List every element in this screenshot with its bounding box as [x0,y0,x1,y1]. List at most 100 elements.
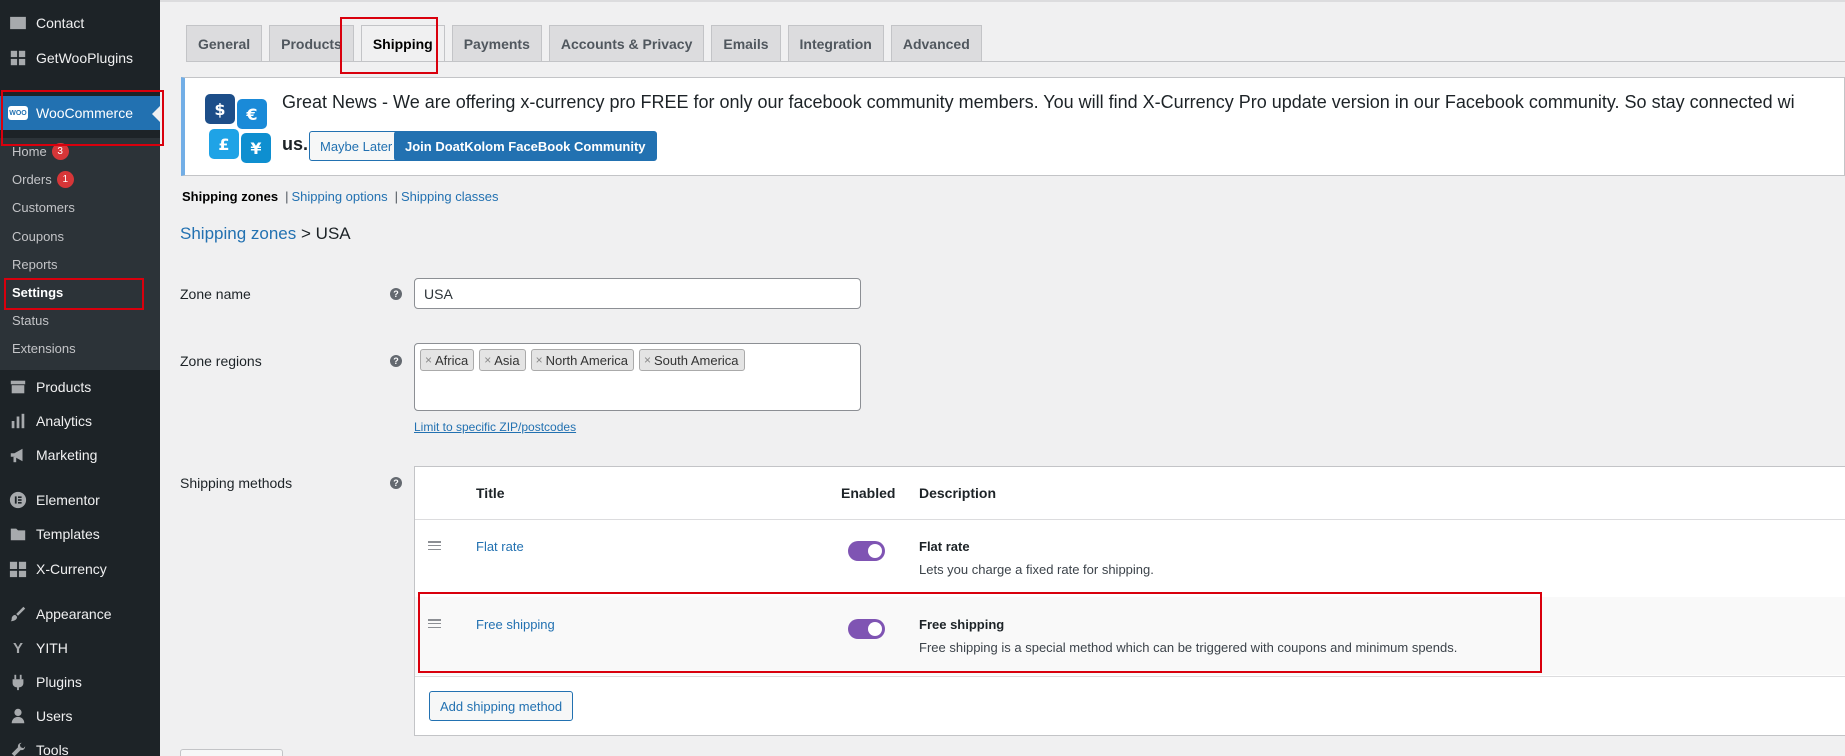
breadcrumb: Shipping zones > USA [180,224,351,244]
admin-sidebar: Contact GetWooPlugins WOO WooCommerce Ho… [0,0,160,756]
menu-label: Elementor [36,492,100,508]
column-header-title: Title [476,485,505,501]
drag-handle-icon[interactable] [428,619,441,628]
breadcrumb-separator: > [301,224,311,243]
yen-icon: ¥ [241,133,271,163]
menu-label: GetWooPlugins [36,50,134,66]
submenu-status[interactable]: Status [12,309,49,331]
zone-regions-select[interactable]: × Africa × Asia × North America × South Amer… [414,343,861,411]
subnav-separator: | [394,189,398,204]
main-content: General Products Shipping Payments Accou… [160,0,1845,756]
remove-chip-icon[interactable]: × [484,353,491,367]
tab-accounts-privacy[interactable]: Accounts & Privacy [548,25,705,62]
menu-label: Tools [36,742,69,756]
dollar-icon: $ [205,94,235,124]
subnav-shipping-zones[interactable]: Shipping zones [182,189,278,204]
submenu-label: Reports [12,256,58,272]
menu-products[interactable]: Products [0,370,160,404]
submenu-orders[interactable]: Orders 1 [12,168,74,190]
plug-icon [8,672,28,692]
method-description: Free shipping is a special method which … [919,640,1458,655]
menu-appearance[interactable]: Appearance [0,597,160,631]
submenu-label: Status [12,312,49,328]
enabled-toggle[interactable] [848,619,885,639]
pound-icon: £ [209,129,239,159]
menu-yith[interactable]: Y YITH [0,631,160,665]
drag-handle-icon[interactable] [428,541,441,550]
tab-shipping[interactable]: Shipping [360,25,445,62]
wrench-icon [8,740,28,756]
menu-marketing[interactable]: Marketing [0,438,160,472]
method-description: Lets you charge a fixed rate for shippin… [919,562,1154,577]
tab-payments[interactable]: Payments [451,25,542,62]
paintbrush-icon [8,604,28,624]
menu-label: Users [36,708,73,724]
maybe-later-button[interactable]: Maybe Later [309,131,404,161]
limit-postcodes-link[interactable]: Limit to specific ZIP/postcodes [414,420,576,434]
menu-label: Marketing [36,447,98,463]
enabled-toggle[interactable] [848,541,885,561]
promo-notice: $ € £ ¥ Great News - We are offering x-c… [181,77,1845,176]
megaphone-icon [8,445,28,465]
submenu-customers[interactable]: Customers [12,196,75,218]
region-chip: × Asia [479,349,526,371]
tab-integration[interactable]: Integration [787,25,884,62]
remove-chip-icon[interactable]: × [536,353,543,367]
remove-chip-icon[interactable]: × [425,353,432,367]
menu-elementor[interactable]: Elementor [0,483,160,517]
chip-label: Africa [435,352,469,368]
chip-label: Asia [494,352,520,368]
menu-label: Plugins [36,674,82,690]
submenu-reports[interactable]: Reports [12,253,58,275]
menu-plugins[interactable]: Plugins [0,665,160,699]
euro-icon: € [237,99,267,129]
submenu-label: Coupons [12,228,65,244]
submenu-settings[interactable]: Settings [12,281,63,303]
menu-contact[interactable]: Contact [0,6,160,40]
menu-label: YITH [36,640,68,656]
join-community-button[interactable]: Join DoatKolom FaceBook Community [394,131,657,161]
folder-icon [8,524,28,544]
submenu-extensions[interactable]: Extensions [12,337,76,359]
menu-x-currency[interactable]: X-Currency [0,552,160,586]
submenu-label: Home [12,143,47,159]
save-button[interactable] [180,749,283,756]
region-chip: × Africa [420,349,475,371]
help-icon[interactable]: ? [390,288,402,300]
submenu-home[interactable]: Home 3 [12,140,69,162]
help-icon[interactable]: ? [390,355,402,367]
shipping-methods-label: Shipping methods [180,475,293,491]
method-title-link[interactable]: Flat rate [476,539,524,554]
method-title-link[interactable]: Free shipping [476,617,555,632]
remove-chip-icon[interactable]: × [644,353,651,367]
breadcrumb-current: USA [315,224,351,243]
notification-badge: 1 [56,170,74,188]
menu-analytics[interactable]: Analytics [0,404,160,438]
toggle-knob [868,622,882,636]
notice-message-end: us. [282,134,309,154]
zone-name-label: Zone name [180,286,251,302]
menu-label: Templates [36,526,100,542]
tab-advanced[interactable]: Advanced [890,25,982,62]
tab-general[interactable]: General [186,25,263,62]
menu-users[interactable]: Users [0,699,160,733]
menu-label: WooCommerce [36,105,133,121]
breadcrumb-shipping-zones-link[interactable]: Shipping zones [180,224,296,243]
tab-emails[interactable]: Emails [711,25,781,62]
plugin-grid-icon [8,48,28,68]
tab-products[interactable]: Products [269,25,354,62]
add-shipping-method-button[interactable]: Add shipping method [429,691,574,721]
archive-icon [8,377,28,397]
region-chip: × North America [530,349,634,371]
submenu-coupons[interactable]: Coupons [12,225,64,247]
menu-tools[interactable]: Tools [0,733,160,756]
menu-templates[interactable]: Templates [0,517,160,551]
menu-woocommerce[interactable]: WOO WooCommerce [0,96,160,130]
zone-name-input[interactable] [414,278,861,309]
subnav-shipping-options[interactable]: Shipping options [291,189,387,204]
menu-getwooplugins[interactable]: GetWooPlugins [0,41,160,75]
menu-label: Appearance [36,606,112,622]
row-divider [415,676,1845,677]
subnav-shipping-classes[interactable]: Shipping classes [401,189,499,204]
help-icon[interactable]: ? [390,477,402,489]
